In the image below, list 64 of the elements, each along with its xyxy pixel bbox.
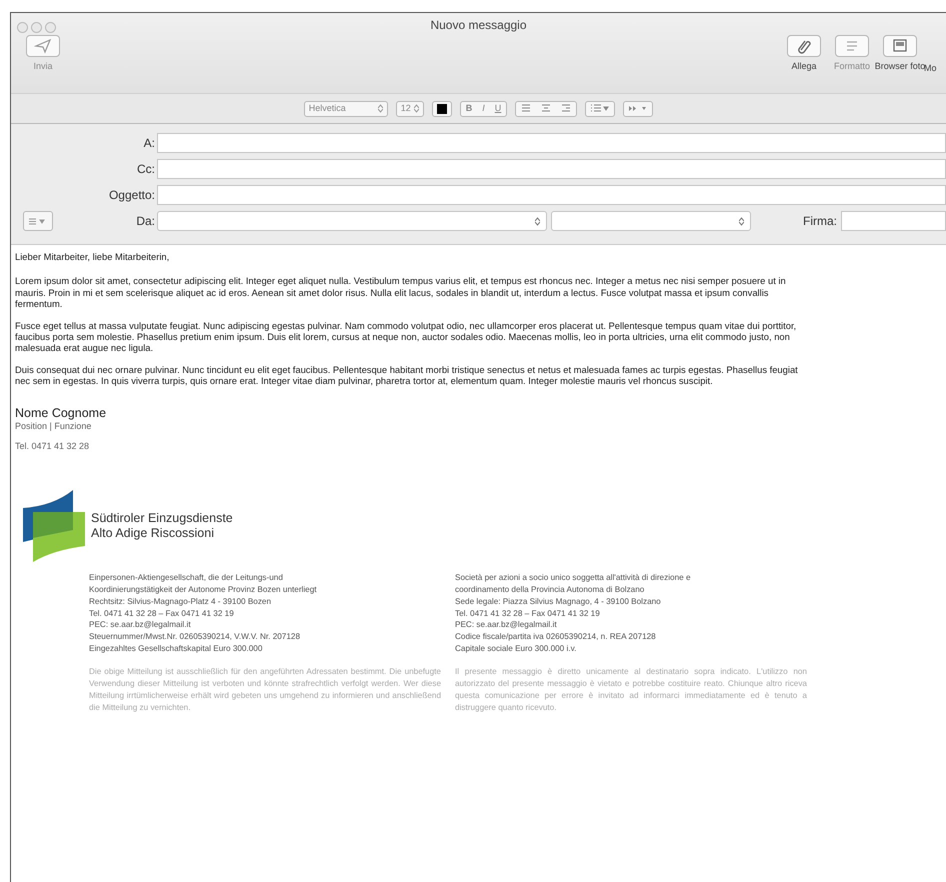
signature-position: Position | Funzione [15,420,92,432]
align-left-icon [521,104,532,113]
input-field[interactable] [157,159,946,179]
list-icon [28,216,48,226]
footer-text: PEC: se.aar.bz@legalmail.it [89,619,192,631]
toolbar-button[interactable]: Mo [924,35,946,93]
indent-icon [628,104,648,113]
close-button[interactable] [17,22,28,33]
color-picker[interactable] [432,100,452,116]
style-button[interactable]: U [490,102,506,116]
list-menu-button[interactable] [23,211,53,231]
list-button[interactable] [585,100,616,116]
account-select[interactable] [551,211,751,231]
footer-text: Società per azioni a socio unico soggetta all'attività di direzione e [455,572,692,584]
body-paragraph: Fusce eget tellus at massa vulputate feugiat. Nunc adipiscing egestas pulvinar. Nam commodo volutpat odio, nec ullamcorper eros placerat ut. Pellentesque tempus quam vitae dui porttitor, faucibus porta sem molestie. Phasellus pretium enim ipsum. Duis elit lorem, cursus at neque non, auctor sodales odio. Maecenas mollis, leo in porta ultricies, urna elit commodo justo, non malesuada erat augue nec ligula. [15,320,798,354]
footer-text: Capitale sociale Euro 300.000 i.v. [455,642,578,654]
disclaimer-text: Die obige Mitteilung ist ausschließlich für den angeführten Adressaten bestimmt. Die unbefugte Verwendung dieser Mitteilung ist verboten und könnte strafrechtlich verfolgt werden. Wer diese Mitteilung irrtümlicherweise erhält wird gebeten uns umgehend zu informieren und anschließend die Mitteilung zu vernichten. [89,666,441,714]
account-select[interactable] [157,211,547,231]
field-label: Cc: [136,161,156,178]
input-field[interactable] [157,133,946,153]
logo-text: Südtiroler Einzugsdienste [91,511,233,526]
footer-text: Sede legale: Piazza Silvius Magnago, 4 - 39100 Bolzano [455,596,662,608]
window-title: Nuovo messaggio [430,18,527,32]
signature-name: Nome Cognome [15,404,108,421]
paper-plane-icon [34,37,52,55]
stepper-icon [414,104,419,113]
align-center-icon [541,104,552,113]
footer-text: Steuernummer/Mwst.Nr. 02605390214, V.W.V. Nr. 207128 [89,630,302,643]
logo-text: Alto Adige Riscossioni [91,526,215,542]
zoom-button[interactable] [45,22,56,33]
list-icon [590,104,610,113]
footer-text: Tel. 0471 41 32 28 – Fax 0471 41 32 19 [89,608,235,620]
footer-text: PEC: se.aar.bz@legalmail.it [455,619,558,631]
footer-text: Rechtsitz: Silvius-Magnago-Platz 4 - 39100 Bozen [89,596,272,608]
toolbar-button[interactable]: Browser foto [876,35,924,93]
field-label: Da: [135,213,156,230]
footer-text: Tel. 0471 41 32 28 – Fax 0471 41 32 19 [455,608,601,620]
stepper-icon [535,217,540,226]
indent-button[interactable] [623,100,654,116]
disclaimer-text: Il presente messaggio è diretto unicamente al destinatario sopra indicato. L'utilizzo non autorizzato del presente messaggio è vietato e potrebbe costituire reato. Chiunque altro riceva questa comunicazione per errore è invitato ad informarci immediatamente ed è tenuto a distruggere quanto ricevuto. [455,666,807,714]
stepper-icon [378,104,383,113]
footer-text: Einpersonen-Aktiengesellschaft, die der Leitungs-und [89,572,284,584]
font-select[interactable]: Helvetica [304,100,388,116]
field-label: A: [142,135,156,152]
style-button[interactable]: I [477,102,490,116]
footer-text: Koordinierungstätigkeit der Autonome Provinz Bozen unterliegt [89,584,318,596]
input-field[interactable] [157,185,946,205]
signature-phone: Tel. 0471 41 32 28 [15,441,90,452]
footer-text: coordinamento della Provincia Autonoma di Bolzano [455,584,646,596]
field-label: Firma: [803,213,837,230]
toolbar-button[interactable]: Allega [780,35,828,93]
body-paragraph: Duis consequat dui nec ornare pulvinar. Nunc tincidunt eu elit eget faucibus. Pellentesque habitant morbi tristique senectus et netus et malesuada fames ac turpis egestas. Phasellus feugiat nec sem in egestas. In quis viverra turpis, quis ornare erat. Integer vitae diam pulvinar, pharetra tortor at, elementum quam. Integer molestie mauris vel rhoncus suscipit. [15,364,799,387]
signature-select[interactable] [841,211,946,231]
minimize-button[interactable] [31,22,42,33]
stepper-icon [739,217,744,226]
greeting-text: Lieber Mitarbeiter, liebe Mitarbeiterin, [15,251,170,262]
footer-text: Eingezahltes Gesellschaftskapital Euro 300.000 [89,642,264,654]
logo-icon [23,490,85,562]
footer-text: Codice fiscale/partita iva 02605390214, n. REA 207128 [455,630,657,643]
field-label: Oggetto: [108,187,156,204]
style-button[interactable]: B [460,102,478,116]
size-select[interactable]: 12 [396,100,424,116]
align-right-icon [561,104,572,113]
body-paragraph: Lorem ipsum dolor sit amet, consectetur adipiscing elit. Integer eget aliquet nulla. Vestibulum tempus varius elit, et tempus est rhoncus nec. Integer a metus nec nisi semper posuere ut in mauris. Proin in mi et sem scelerisque aliquet ac id eros. Aenean sit amet dolor risus. Nulla elit lacus, sodales in blandit ut, interdum a lectus. Fusce volutpat massa et ipsum convallis fermentum. [15,275,787,310]
